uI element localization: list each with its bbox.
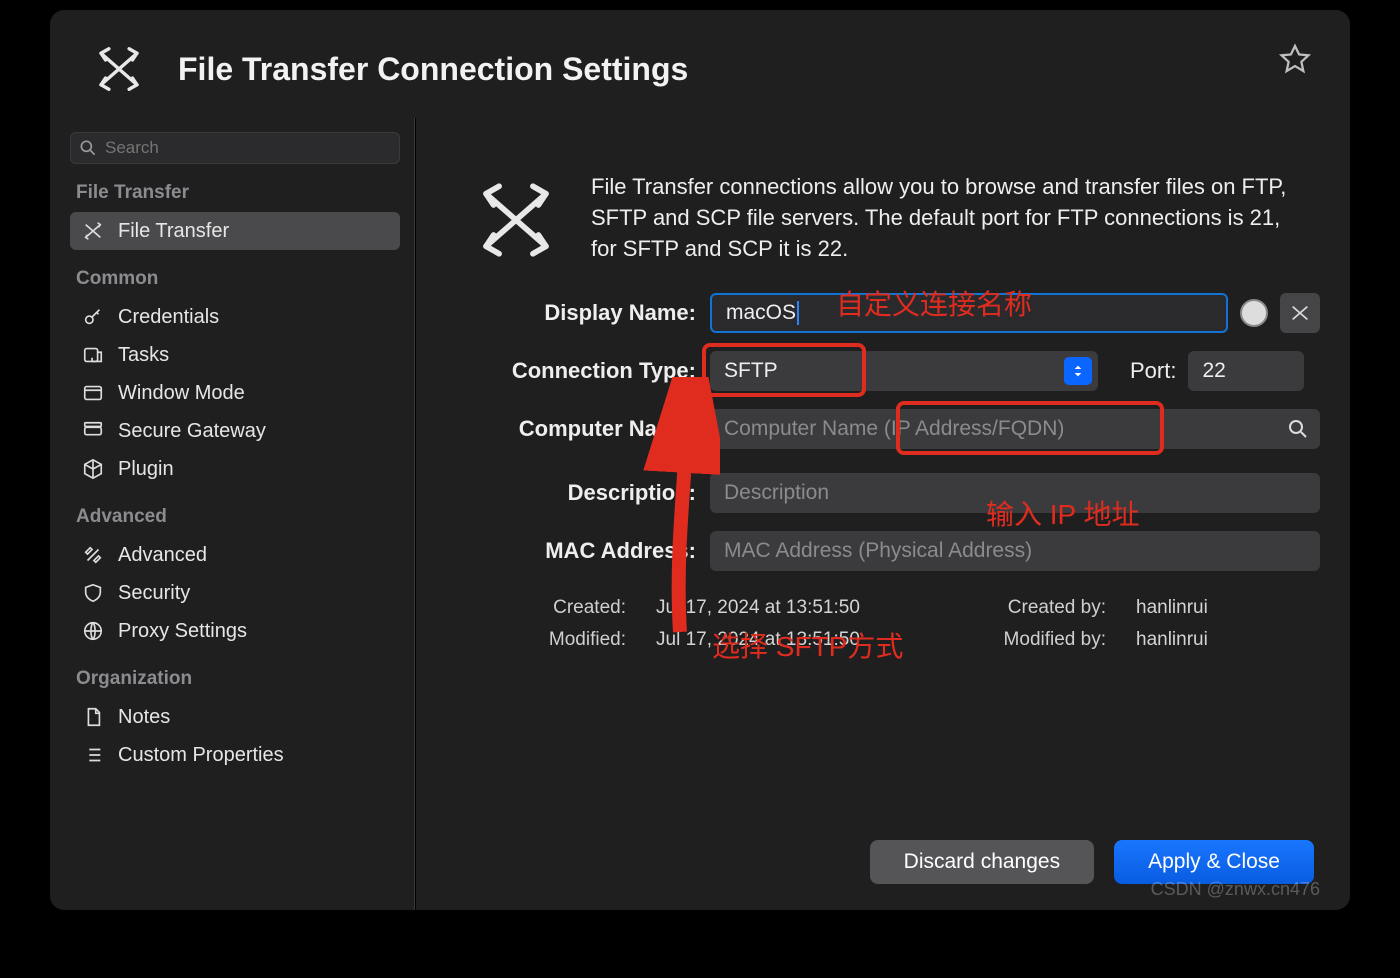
- key-icon: [80, 304, 106, 330]
- sidebar-item-credentials[interactable]: Credentials: [70, 298, 400, 336]
- sidebar-cat: File Transfer: [76, 182, 400, 204]
- doc-icon: [80, 704, 106, 730]
- sidebar-item-label: Plugin: [118, 458, 174, 481]
- main-panel: File Transfer connections allow you to b…: [415, 118, 1350, 910]
- sidebar-item-label: File Transfer: [118, 220, 229, 243]
- sidebar-item-secure-gateway[interactable]: Secure Gateway: [70, 412, 400, 450]
- apply-close-button[interactable]: Apply & Close: [1114, 840, 1314, 884]
- sidebar-item-tasks[interactable]: Tasks: [70, 336, 400, 374]
- meta-created-by-value: hanlinrui: [1136, 597, 1316, 619]
- tools-icon: [80, 542, 106, 568]
- intro-text: File Transfer connections allow you to b…: [591, 172, 1298, 267]
- list-icon: [80, 742, 106, 768]
- connection-type-select[interactable]: SFTP: [710, 351, 1098, 391]
- mac-address-input[interactable]: [710, 531, 1320, 571]
- intro: File Transfer connections allow you to b…: [416, 118, 1350, 287]
- sidebar-item-label: Tasks: [118, 344, 169, 367]
- label-port: Port:: [1130, 358, 1176, 384]
- sidebar-item-custom-props[interactable]: Custom Properties: [70, 736, 400, 774]
- sidebar-item-file-transfer[interactable]: File Transfer: [70, 212, 400, 250]
- meta-modified-by-value: hanlinrui: [1136, 629, 1316, 651]
- watermark: CSDN @znwx.cn476: [1151, 879, 1320, 900]
- sidebar-item-label: Credentials: [118, 306, 219, 329]
- sidebar-item-label: Advanced: [118, 544, 207, 567]
- label-display-name: Display Name:: [446, 300, 696, 326]
- app-logo-icon: [90, 40, 148, 98]
- lookup-icon[interactable]: [1286, 417, 1310, 446]
- globe-icon: [80, 618, 106, 644]
- sidebar-cat: Organization: [76, 668, 400, 690]
- file-transfer-icon: [468, 172, 563, 267]
- meta-created-by-label: Created by:: [946, 597, 1106, 619]
- search-wrapper: [70, 132, 400, 164]
- meta-created-value: Jul 17, 2024 at 13:51:50: [656, 597, 916, 619]
- icon-picker-button[interactable]: [1280, 293, 1320, 333]
- port-input[interactable]: [1188, 351, 1304, 391]
- titlebar: File Transfer Connection Settings: [50, 10, 1350, 118]
- shield-icon: [80, 580, 106, 606]
- sidebar-item-proxy[interactable]: Proxy Settings: [70, 612, 400, 650]
- meta-modified-label: Modified:: [486, 629, 626, 651]
- sidebar: File Transfer File Transfer Common Crede…: [50, 118, 415, 910]
- meta-modified-value: Jul 17, 2024 at 13:51:50: [656, 629, 916, 651]
- search-icon: [78, 138, 98, 163]
- label-computer-name: Computer Name:: [446, 416, 696, 442]
- discard-button[interactable]: Discard changes: [870, 840, 1094, 884]
- sidebar-item-plugin[interactable]: Plugin: [70, 450, 400, 488]
- sidebar-item-notes[interactable]: Notes: [70, 698, 400, 736]
- color-picker-button[interactable]: [1240, 299, 1268, 327]
- sidebar-item-label: Window Mode: [118, 382, 245, 405]
- favorite-star-icon[interactable]: [1278, 42, 1312, 81]
- computer-name-input[interactable]: [710, 409, 1320, 449]
- sidebar-item-label: Proxy Settings: [118, 620, 247, 643]
- meta-modified-by-label: Modified by:: [946, 629, 1106, 651]
- sidebar-cat: Advanced: [76, 506, 400, 528]
- gateway-icon: [80, 418, 106, 444]
- sidebar-item-window-mode[interactable]: Window Mode: [70, 374, 400, 412]
- window-title: File Transfer Connection Settings: [178, 51, 688, 88]
- meta-created-label: Created:: [486, 597, 626, 619]
- task-icon: [80, 342, 106, 368]
- sidebar-item-label: Notes: [118, 706, 170, 729]
- label-mac-address: MAC Address:: [446, 538, 696, 564]
- sidebar-item-advanced[interactable]: Advanced: [70, 536, 400, 574]
- label-description: Description:: [446, 480, 696, 506]
- metadata: Created: Jul 17, 2024 at 13:51:50 Create…: [486, 597, 1320, 651]
- chevron-updown-icon: [1064, 357, 1092, 385]
- search-input[interactable]: [70, 132, 400, 164]
- sidebar-item-security[interactable]: Security: [70, 574, 400, 612]
- display-name-value: macOS: [726, 301, 796, 325]
- window-icon: [80, 380, 106, 406]
- display-name-input[interactable]: macOS: [710, 293, 1228, 333]
- swap-icon: [80, 218, 106, 244]
- sidebar-item-label: Secure Gateway: [118, 420, 266, 443]
- sidebar-cat: Common: [76, 268, 400, 290]
- label-connection-type: Connection Type:: [446, 358, 696, 384]
- description-input[interactable]: [710, 473, 1320, 513]
- cube-icon: [80, 456, 106, 482]
- connection-type-value: SFTP: [724, 359, 778, 383]
- sidebar-item-label: Security: [118, 582, 190, 605]
- sidebar-item-label: Custom Properties: [118, 744, 284, 767]
